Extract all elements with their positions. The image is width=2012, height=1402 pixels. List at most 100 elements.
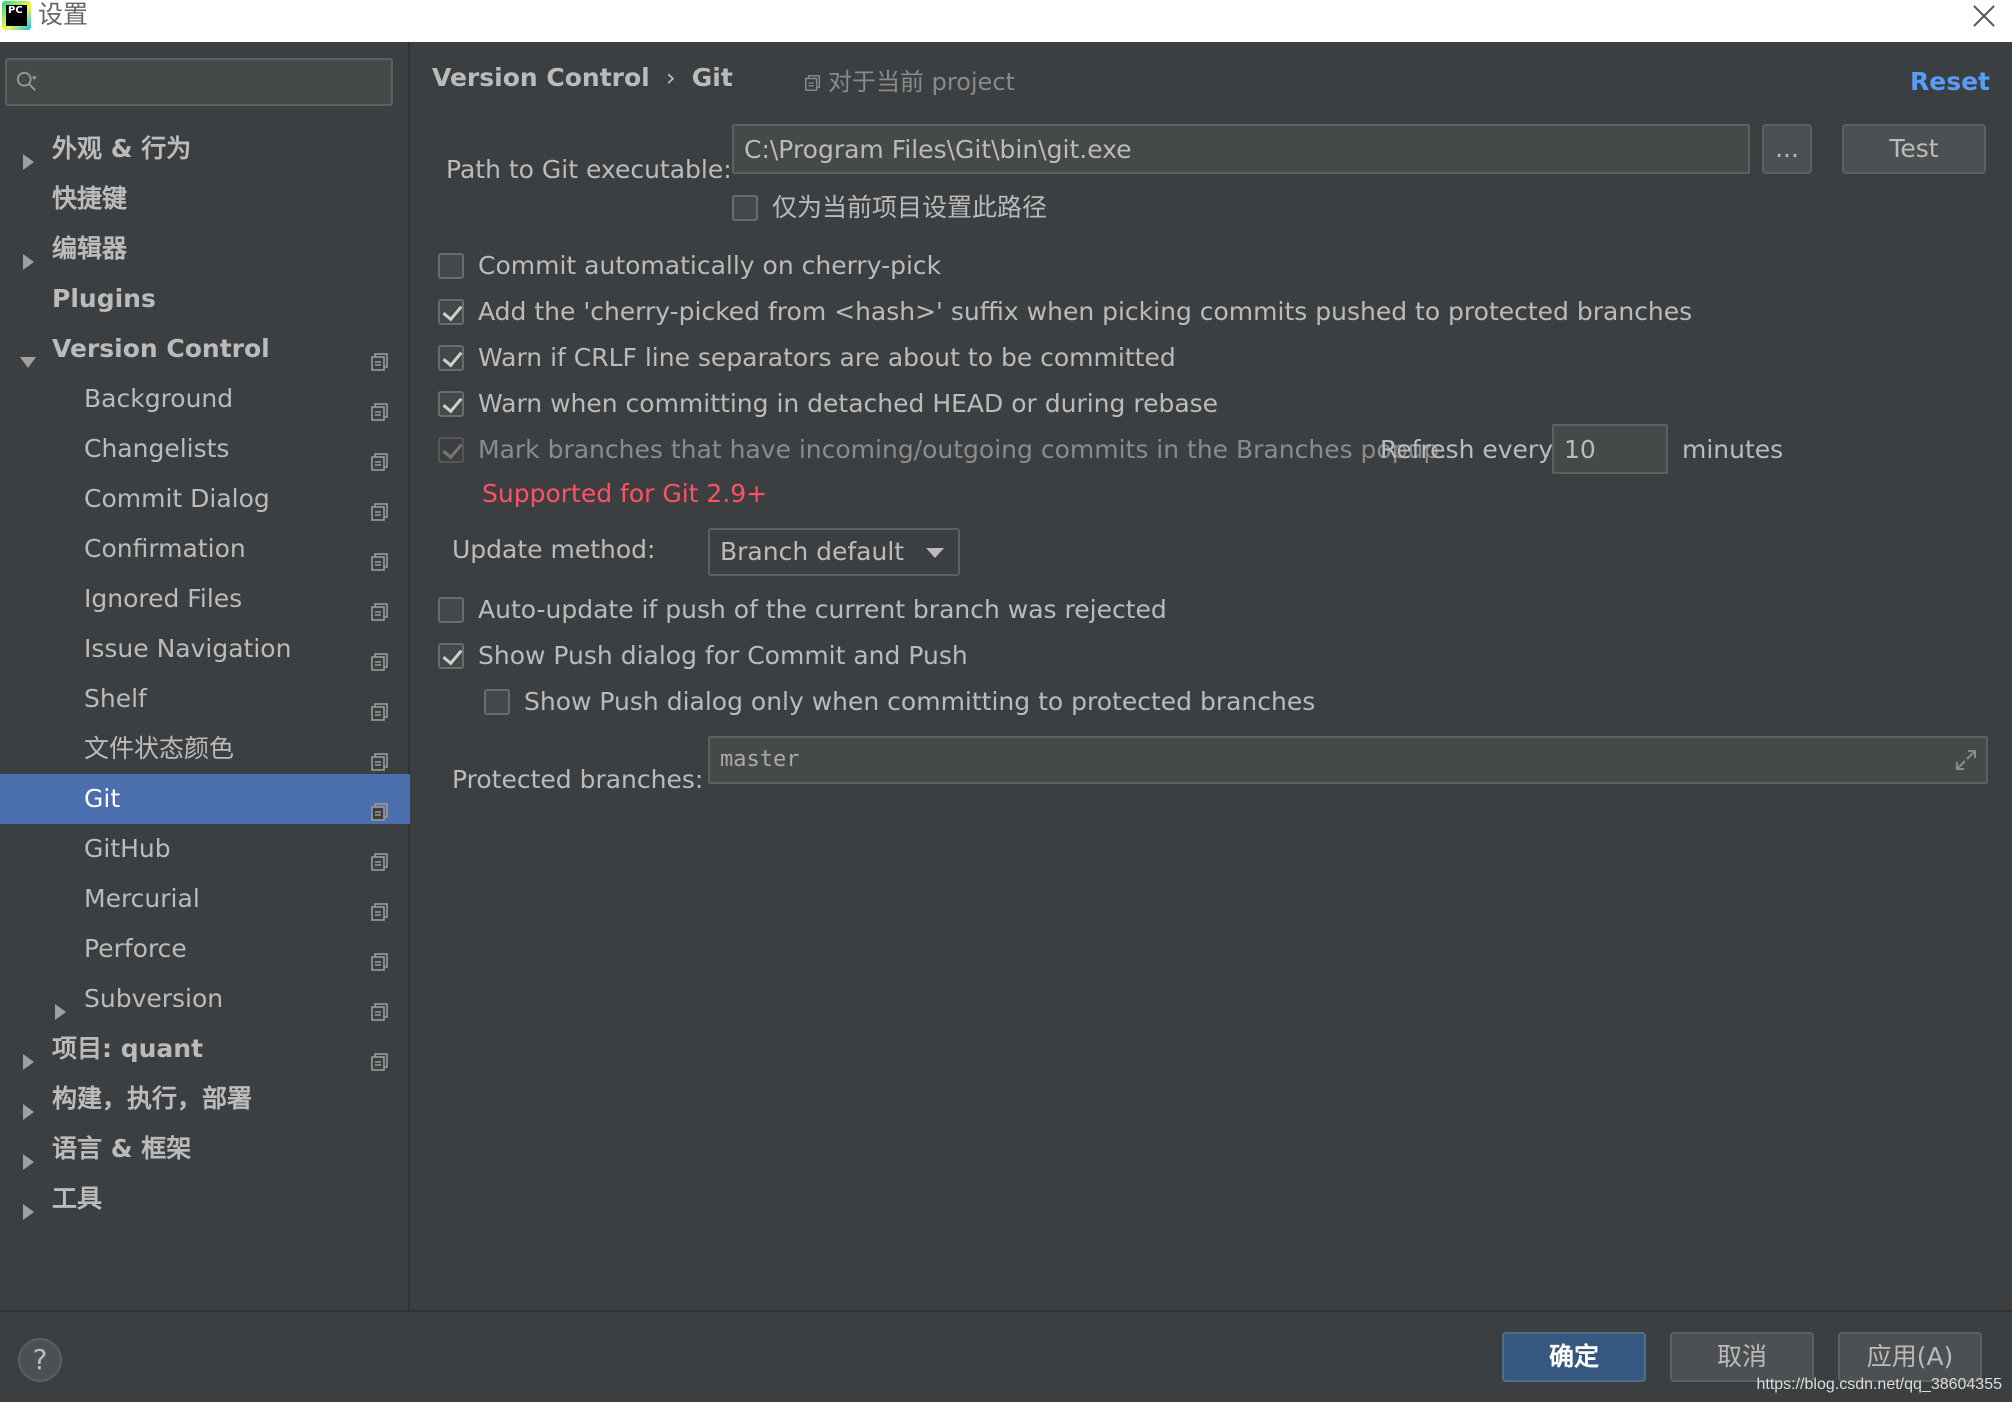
expand-icon[interactable]: [1954, 748, 1978, 772]
show-push-protected-label: Show Push dialog only when committing to…: [524, 687, 1316, 716]
sidebar-item[interactable]: Shelf: [0, 674, 410, 724]
reset-link[interactable]: Reset: [1910, 62, 1990, 102]
option-checkbox[interactable]: [438, 253, 464, 279]
option-checkbox[interactable]: [438, 391, 464, 417]
mark-branches-label: Mark branches that have incoming/outgoin…: [478, 435, 1448, 464]
sidebar-item[interactable]: 构建，执行，部署: [0, 1074, 410, 1124]
triangle-right-icon[interactable]: [18, 239, 38, 270]
sidebar-item[interactable]: GitHub: [0, 824, 410, 874]
sidebar-item[interactable]: Commit Dialog: [0, 474, 410, 524]
auto-update-checkbox[interactable]: [438, 597, 464, 623]
triangle-right-icon[interactable]: [18, 1089, 38, 1120]
sidebar-item-label: 快捷键: [52, 184, 128, 213]
sidebar-item[interactable]: 语言 & 框架: [0, 1124, 410, 1174]
git-option[interactable]: Add the 'cherry-picked from <hash>' suff…: [438, 290, 1978, 334]
sidebar-item[interactable]: Perforce: [0, 924, 410, 974]
copy-icon: [370, 689, 390, 721]
breadcrumb: Version Control › Git: [432, 58, 733, 98]
sidebar-item[interactable]: Ignored Files: [0, 574, 410, 624]
update-method-dropdown[interactable]: Branch default: [708, 528, 960, 576]
sidebar-item[interactable]: Changelists: [0, 424, 410, 474]
project-only-option[interactable]: 仅为当前项目设置此路径: [732, 186, 1232, 230]
sidebar-item[interactable]: Version Control: [0, 324, 410, 374]
copy-icon: [370, 439, 390, 471]
dialog-button-bar: ? 确定 取消 应用(A) https://blog.csdn.net/qq_3…: [0, 1310, 2012, 1402]
cancel-button[interactable]: 取消: [1670, 1332, 1814, 1382]
sidebar-item[interactable]: Mercurial: [0, 874, 410, 924]
project-only-checkbox[interactable]: [732, 195, 758, 221]
sidebar-item-label: Confirmation: [84, 534, 246, 563]
sidebar-item[interactable]: 项目: quant: [0, 1024, 410, 1074]
search-input[interactable]: [49, 66, 379, 98]
sidebar-item-label: 构建，执行，部署: [52, 1084, 253, 1113]
settings-search[interactable]: [5, 58, 393, 106]
git-option[interactable]: Warn if CRLF line separators are about t…: [438, 336, 1978, 380]
close-icon[interactable]: [1968, 0, 2000, 30]
sidebar-item[interactable]: 编辑器: [0, 224, 410, 274]
sidebar-item[interactable]: 工具: [0, 1174, 410, 1224]
copy-icon: [370, 789, 390, 821]
auto-update-option[interactable]: Auto-update if push of the current branc…: [438, 588, 1338, 632]
copy-icon: [370, 889, 390, 921]
ok-button[interactable]: 确定: [1502, 1332, 1646, 1382]
settings-sidebar: 外观 & 行为 快捷键编辑器 Plugins Version Control Backg…: [0, 42, 410, 1310]
git-option[interactable]: Warn when committing in detached HEAD or…: [438, 382, 1978, 426]
triangle-right-icon[interactable]: [50, 989, 70, 1020]
git-option[interactable]: Commit automatically on cherry-pick: [438, 244, 1978, 288]
sidebar-item[interactable]: 文件状态颜色: [0, 724, 410, 774]
protected-branches-field[interactable]: master: [708, 736, 1988, 784]
sidebar-item-label: Mercurial: [84, 884, 200, 913]
triangle-right-icon[interactable]: [18, 1139, 38, 1170]
breadcrumb-current: Git: [691, 63, 733, 92]
breadcrumb-parent[interactable]: Version Control: [432, 63, 650, 92]
sidebar-item-label: Git: [84, 784, 121, 813]
git-path-label: Path to Git executable:: [446, 155, 732, 184]
option-label: Warn if CRLF line separators are about t…: [478, 343, 1176, 372]
sidebar-item[interactable]: Background: [0, 374, 410, 424]
option-checkbox[interactable]: [438, 345, 464, 371]
chevron-down-icon: [926, 548, 944, 558]
sidebar-item-label: 文件状态颜色: [84, 734, 235, 763]
sidebar-item-label: Background: [84, 384, 234, 413]
show-push-checkbox[interactable]: [438, 643, 464, 669]
triangle-down-icon[interactable]: [18, 339, 38, 368]
test-button[interactable]: Test: [1842, 124, 1986, 174]
git-path-field[interactable]: [732, 124, 1750, 174]
sidebar-item-label: 编辑器: [52, 234, 128, 263]
triangle-right-icon[interactable]: [18, 1189, 38, 1220]
sidebar-item[interactable]: 快捷键: [0, 174, 410, 224]
browse-button[interactable]: ...: [1762, 124, 1812, 174]
git-settings-panel: Version Control › Git 对于当前 project Reset P…: [412, 42, 2012, 1310]
mark-branches-checkbox: [438, 437, 464, 463]
sidebar-item-label: Commit Dialog: [84, 484, 270, 513]
sidebar-item-label: GitHub: [84, 834, 171, 863]
help-button[interactable]: ?: [18, 1338, 62, 1382]
show-push-protected-checkbox[interactable]: [484, 689, 510, 715]
sidebar-item-label: Version Control: [52, 334, 270, 363]
refresh-interval-field[interactable]: [1552, 424, 1668, 474]
sidebar-item[interactable]: 外观 & 行为: [0, 124, 410, 174]
sidebar-item[interactable]: Subversion: [0, 974, 410, 1024]
sidebar-item[interactable]: Confirmation: [0, 524, 410, 574]
triangle-right-icon[interactable]: [18, 1039, 38, 1070]
auto-update-label: Auto-update if push of the current branc…: [478, 595, 1167, 624]
copy-icon: [370, 639, 390, 671]
sidebar-item[interactable]: Git: [0, 774, 410, 824]
supported-version-note: Supported for Git 2.9+: [482, 479, 768, 508]
option-label: Add the 'cherry-picked from <hash>' suff…: [478, 297, 1693, 326]
show-push-option[interactable]: Show Push dialog for Commit and Push: [438, 634, 1338, 678]
sidebar-item-label: 语言 & 框架: [52, 1134, 192, 1163]
copy-icon: [370, 489, 390, 521]
sidebar-item-label: Perforce: [84, 934, 187, 963]
protected-branches-value: master: [720, 747, 800, 772]
sidebar-item[interactable]: Plugins: [0, 274, 410, 324]
option-checkbox[interactable]: [438, 299, 464, 325]
sidebar-item-label: 外观 & 行为: [52, 134, 192, 163]
copy-icon: [370, 839, 390, 871]
window-title: 设置: [38, 0, 89, 29]
show-push-protected-option[interactable]: Show Push dialog only when committing to…: [484, 680, 1384, 724]
triangle-right-icon[interactable]: [18, 139, 38, 170]
apply-button[interactable]: 应用(A): [1838, 1332, 1982, 1382]
sidebar-item[interactable]: Issue Navigation: [0, 624, 410, 674]
update-method-value: Branch default: [720, 537, 905, 566]
